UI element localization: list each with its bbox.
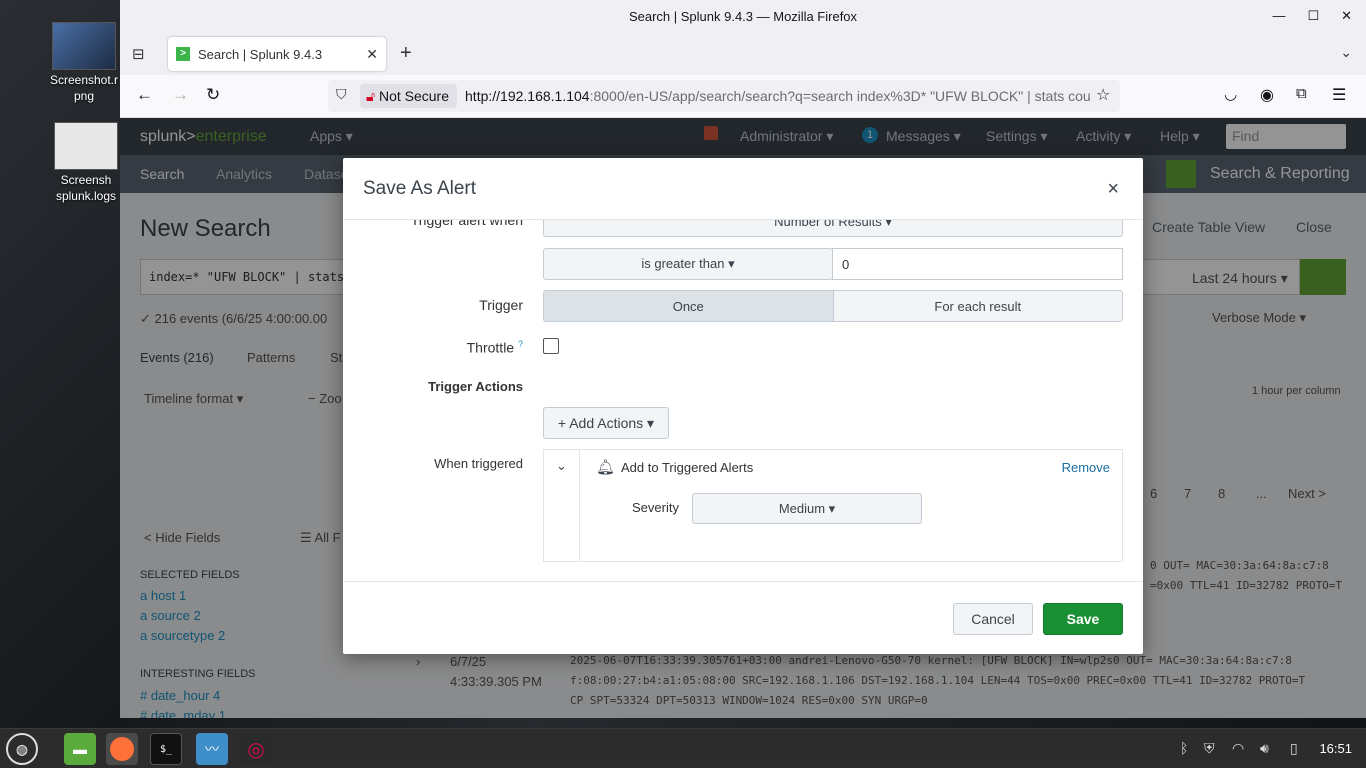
trigger-actions-heading: Trigger Actions bbox=[428, 379, 523, 394]
tab-splunk-search[interactable]: > Search | Splunk 9.4.3 ✕ bbox=[168, 37, 386, 71]
save-button[interactable]: Save bbox=[1043, 603, 1123, 635]
firefox-taskbar-icon[interactable] bbox=[106, 733, 138, 765]
url-path: :8000/en-US/app/search/search?q=search i… bbox=[589, 88, 1091, 104]
wifi-icon[interactable]: ◠ bbox=[1232, 740, 1244, 757]
shield-icon[interactable]: ⛉ bbox=[336, 86, 347, 103]
maximize-icon[interactable]: ☐ bbox=[1307, 8, 1319, 24]
action-name: Add to Triggered Alerts bbox=[621, 460, 754, 475]
not-secure-badge[interactable]: 🔓︎ Not Secure bbox=[360, 84, 458, 108]
tab-strip: ⊟ > Search | Splunk 9.4.3 ✕ + ⌄ bbox=[120, 33, 1366, 75]
dialog-header: Save As Alert × bbox=[343, 158, 1143, 220]
battery-icon[interactable]: ▯ bbox=[1290, 740, 1298, 757]
desktop-file-label: Screenshot.r png bbox=[49, 73, 119, 103]
action-collapse-gutter: ⌄ bbox=[544, 450, 580, 561]
clock[interactable]: 16:51 bbox=[1319, 741, 1352, 756]
tab-title: Search | Splunk 9.4.3 bbox=[198, 46, 323, 62]
save-as-alert-dialog: Save As Alert × Trigger alert when Numbe… bbox=[343, 158, 1143, 654]
window-titlebar: Search | Splunk 9.4.3 — Mozilla Firefox … bbox=[120, 0, 1366, 33]
chevron-down-icon[interactable]: ⌄ bbox=[556, 458, 567, 474]
bookmark-star-icon[interactable]: ☆ bbox=[1096, 85, 1110, 105]
dialog-body: Trigger alert when Number of Results ▾ i… bbox=[343, 220, 1143, 580]
throttle-help-icon[interactable]: ? bbox=[518, 339, 523, 349]
throttle-label: Throttle ? bbox=[466, 339, 523, 356]
url-host: http://192.168.1.104 bbox=[465, 88, 590, 104]
volume-icon[interactable]: 🔊︎ bbox=[1260, 740, 1269, 757]
tab-close-icon[interactable]: ✕ bbox=[366, 46, 378, 63]
shield-tray-icon[interactable]: ⛨ bbox=[1204, 740, 1215, 757]
terminal-icon[interactable]: $_ bbox=[150, 733, 182, 765]
add-actions-button[interactable]: + Add Actions ▾ bbox=[543, 407, 669, 439]
comparison-dropdown[interactable]: is greater than ▾ bbox=[543, 248, 833, 280]
back-arrow-icon[interactable]: ← bbox=[136, 85, 153, 105]
splunk-favicon-icon: > bbox=[176, 47, 190, 61]
tab-overview-icon[interactable]: ⊟ bbox=[132, 45, 145, 63]
trigger-each-result-option[interactable]: For each result bbox=[833, 291, 1122, 321]
remove-action-link[interactable]: Remove bbox=[1062, 460, 1110, 475]
triggered-action-panel: ⌄ 🔔︎ Add to Triggered Alerts Remove Seve… bbox=[543, 449, 1123, 562]
taskbar: ◍ ▬ $_ 〰 ◎ ᛒ ⛨ ◠ 🔊︎ ▯ 16:51 bbox=[0, 728, 1366, 768]
severity-label: Severity bbox=[632, 500, 679, 515]
minimize-icon[interactable]: — bbox=[1272, 8, 1285, 24]
pocket-icon[interactable]: ◡ bbox=[1224, 85, 1237, 103]
trigger-alert-when-label: Trigger alert when bbox=[410, 220, 523, 228]
image-thumbnail-icon bbox=[52, 22, 116, 70]
dialog-footer: Cancel Save bbox=[343, 581, 1143, 654]
trigger-once-option[interactable]: Once bbox=[544, 291, 834, 321]
window-title: Search | Splunk 9.4.3 — Mozilla Firefox bbox=[628, 9, 858, 24]
list-tabs-chevron-icon[interactable]: ⌄ bbox=[1340, 44, 1352, 61]
bluetooth-icon[interactable]: ᛒ bbox=[1180, 740, 1188, 756]
menu-hamburger-icon[interactable]: ☰ bbox=[1332, 85, 1346, 105]
extensions-icon[interactable]: ⧉ bbox=[1296, 85, 1307, 102]
trigger-condition-dropdown[interactable]: Number of Results ▾ bbox=[543, 220, 1123, 237]
comparison-value-input[interactable]: 0 bbox=[832, 248, 1123, 280]
desktop-file-screenshot[interactable]: Screenshot.r png bbox=[36, 22, 132, 104]
reload-icon[interactable]: ↻ bbox=[206, 85, 220, 105]
bell-icon: 🔔︎ bbox=[596, 459, 616, 476]
url-bar[interactable]: ⛉ 🔓︎ Not Secure http://192.168.1.104:800… bbox=[328, 80, 1120, 112]
document-thumbnail-icon bbox=[54, 122, 118, 170]
throttle-checkbox[interactable] bbox=[543, 338, 559, 354]
when-triggered-label: When triggered bbox=[434, 456, 523, 471]
account-icon[interactable]: ◉ bbox=[1260, 85, 1274, 105]
trigger-label: Trigger bbox=[479, 297, 523, 313]
new-tab-icon[interactable]: + bbox=[400, 42, 412, 65]
dialog-close-icon[interactable]: × bbox=[1107, 178, 1119, 201]
trigger-mode-toggle: Once For each result bbox=[543, 290, 1123, 322]
start-menu-icon[interactable]: ◍ bbox=[6, 733, 38, 765]
dialog-title: Save As Alert bbox=[363, 178, 477, 199]
navigation-toolbar: ← → ↻ ⛉ 🔓︎ Not Secure http://192.168.1.1… bbox=[120, 75, 1366, 118]
close-icon[interactable]: ✕ bbox=[1341, 8, 1352, 24]
cancel-button[interactable]: Cancel bbox=[953, 603, 1033, 635]
debian-app-icon[interactable]: ◎ bbox=[240, 733, 272, 765]
system-monitor-icon[interactable]: 〰 bbox=[196, 733, 228, 765]
severity-dropdown[interactable]: Medium ▾ bbox=[692, 493, 922, 524]
forward-arrow-icon[interactable]: → bbox=[172, 85, 189, 105]
file-manager-icon[interactable]: ▬ bbox=[64, 733, 96, 765]
insecure-lock-icon: 🔓︎ bbox=[366, 88, 376, 104]
